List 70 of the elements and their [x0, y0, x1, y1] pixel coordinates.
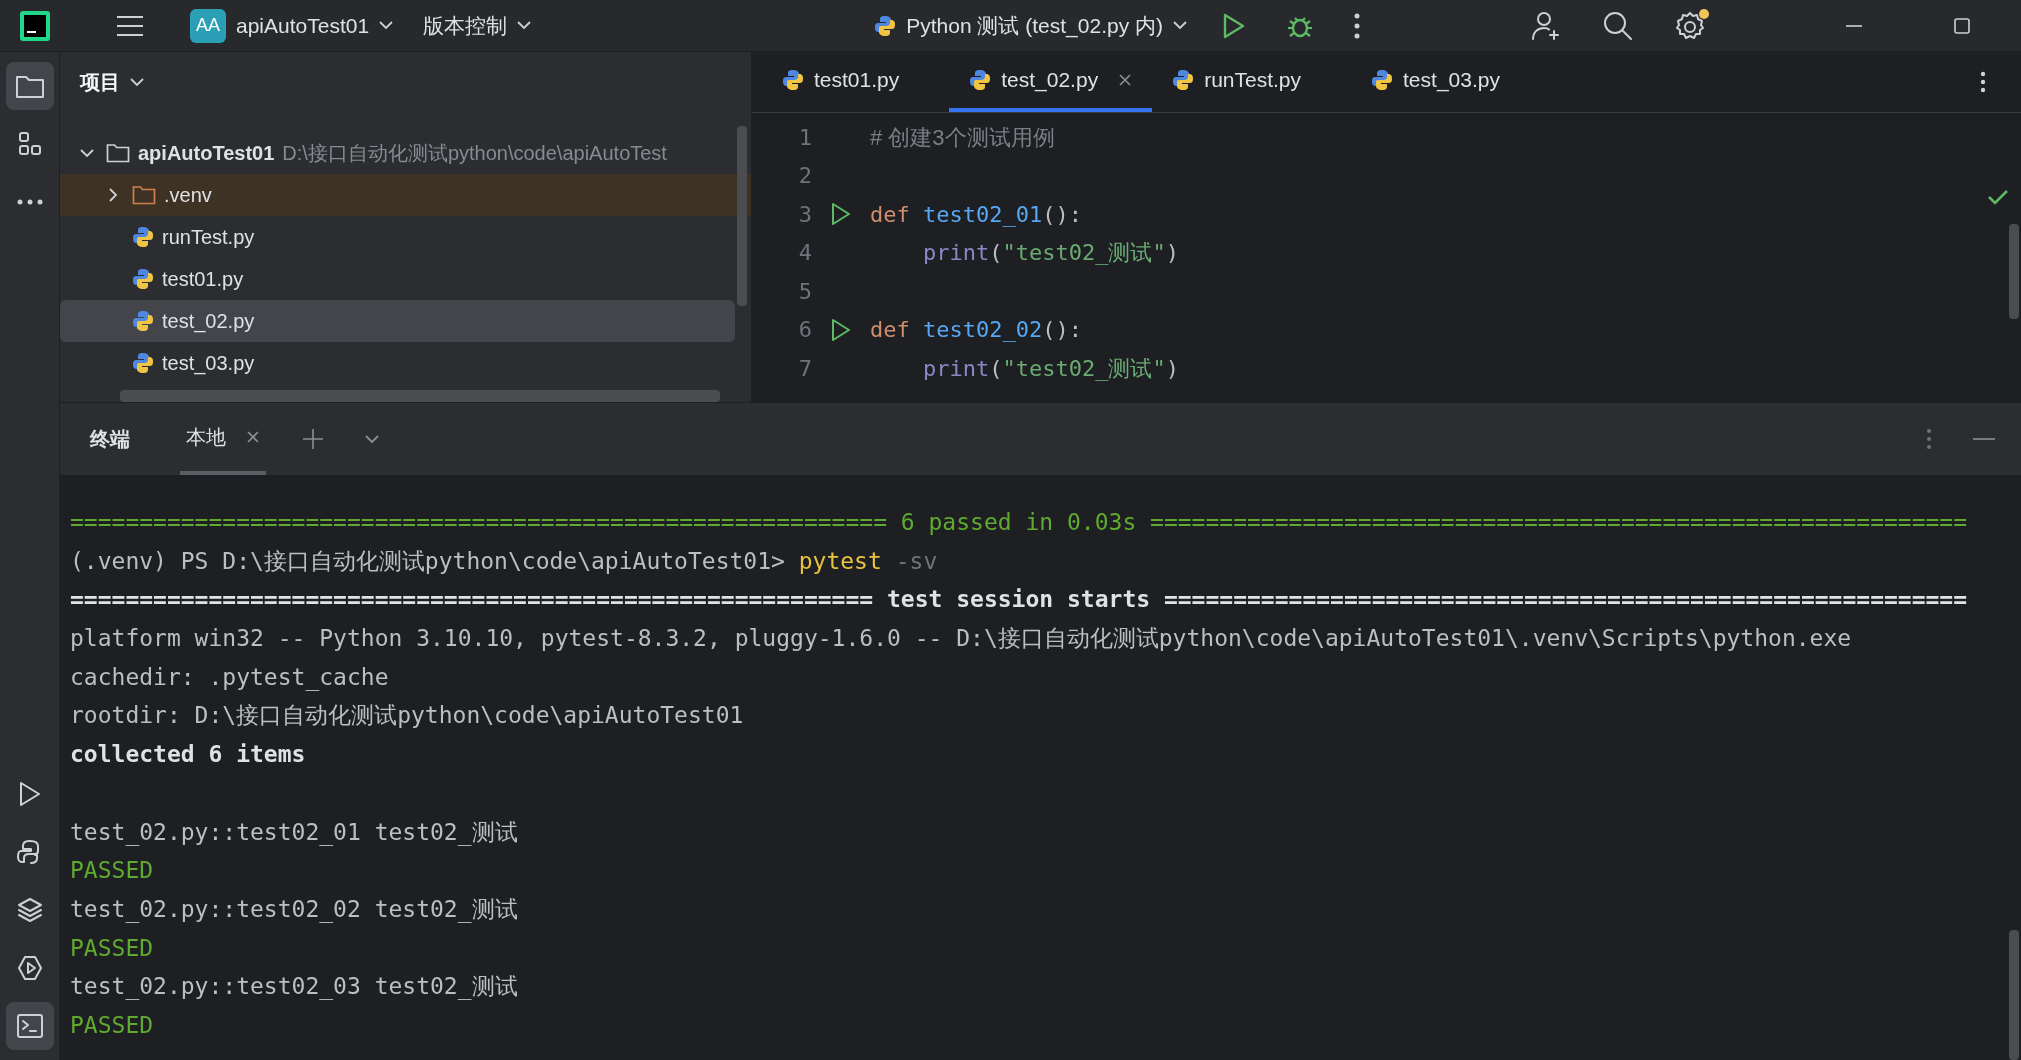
code-line: # 创建3个测试用例 — [870, 123, 1055, 152]
tree-item[interactable]: .venv — [60, 174, 751, 216]
caret-icon — [517, 21, 532, 30]
editor-tab[interactable]: test_03.py — [1351, 52, 1520, 112]
vcs-menu[interactable]: 版本控制 — [423, 9, 532, 42]
terminal-line: rootdir: D:\接口自动化测试python\code\apiAutoTest01 — [70, 701, 745, 731]
caret-icon — [1173, 21, 1187, 30]
terminal-title: 终端 — [90, 427, 130, 452]
editor-tab[interactable]: test_02.py — [949, 52, 1153, 112]
check-icon — [1987, 188, 2009, 206]
line-number: 7 — [797, 354, 812, 383]
terminal-line: test_02.py::test02_02 test02_测试 — [70, 894, 519, 925]
terminal-tab[interactable]: 本地 — [180, 403, 266, 475]
project-panel-title[interactable]: 项目 — [80, 67, 144, 97]
python-file-icon — [969, 69, 992, 91]
line-number: 1 — [797, 123, 812, 152]
project-selector[interactable]: AA apiAutoTest01 — [190, 8, 394, 43]
scrollbar[interactable] — [737, 126, 747, 306]
python-file-icon — [132, 268, 154, 290]
scrollbar[interactable] — [2009, 930, 2019, 1060]
scrollbar[interactable] — [2009, 224, 2019, 319]
terminal-line: collected 6 items — [70, 740, 307, 770]
terminal-line: PASSED — [70, 856, 155, 886]
terminal-icon[interactable] — [5, 1002, 54, 1050]
terminal-line: test_02.py::test02_01 test02_测试 — [70, 817, 519, 848]
line-number: 2 — [797, 162, 812, 191]
terminal-line: cachedir: .pytest_cache — [70, 662, 390, 693]
project-badge: AA — [190, 8, 226, 43]
line-number: 3 — [797, 200, 812, 229]
line-number: 5 — [797, 277, 812, 306]
terminal-line: (.venv) PS D:\接口自动化测试python\code\apiAutoTest01> pytest -sv — [70, 546, 939, 576]
python-file-icon — [1172, 69, 1195, 91]
caret-icon — [379, 21, 394, 30]
code-line: def test02_02(): — [870, 316, 1082, 345]
python-file-icon — [782, 69, 804, 91]
terminal-line: PASSED — [70, 1010, 155, 1040]
close-icon[interactable] — [246, 430, 260, 444]
tree-item[interactable]: test01.py — [60, 258, 735, 300]
python-file-icon — [1371, 69, 1394, 91]
python-run-icon — [874, 14, 897, 37]
tree-item[interactable]: runTest.py — [60, 216, 735, 258]
line-number: 6 — [797, 316, 812, 345]
scrollbar[interactable] — [120, 390, 720, 402]
run-icon[interactable] — [830, 317, 852, 342]
python-file-icon — [132, 310, 154, 332]
folder-icon — [106, 143, 130, 163]
tree-item[interactable]: test_02.py — [60, 300, 735, 342]
code-line: def test02_01(): — [870, 200, 1082, 229]
close-icon[interactable] — [1118, 73, 1133, 87]
tree-item[interactable]: apiAutoTest01 D:\接口自动化测试python\code\apiAutoTest — [60, 132, 735, 174]
run-config-selector[interactable]: Python 测试 (test_02.py 内) — [874, 9, 1187, 42]
app-logo-icon — [20, 10, 50, 41]
python-file-icon — [132, 352, 154, 374]
terminal-line: ========================================================== test session starts ========================================================== — [70, 585, 1969, 615]
caret-icon — [130, 77, 144, 87]
project-name: apiAutoTest01 — [236, 12, 370, 39]
editor-tab[interactable]: runTest.py — [1152, 52, 1322, 112]
editor-tab[interactable]: test01.py — [762, 52, 920, 112]
code-line: print("test02_测试") — [921, 354, 1179, 383]
code-line: print("test02_测试") — [921, 239, 1179, 268]
terminal-line: test_02.py::test02_03 test02_测试 — [70, 972, 519, 1002]
folder-icon — [132, 185, 156, 205]
terminal-line: =========================================================== 6 passed in 0.03s =========================================================== — [70, 508, 1969, 537]
folder-icon[interactable] — [5, 62, 54, 110]
python-file-icon — [132, 226, 154, 248]
terminal-line: platform win32 -- Python 3.10.10, pytest-8.3.2, pluggy-1.6.0 -- D:\接口自动化测试python\code\apiAutoTest01\.venv\Scripts\python.exe — [70, 624, 1853, 654]
terminal-line: PASSED — [70, 933, 155, 963]
run-icon[interactable] — [830, 202, 852, 227]
line-number: 4 — [797, 239, 812, 268]
tree-item[interactable]: test_03.py — [60, 342, 735, 384]
